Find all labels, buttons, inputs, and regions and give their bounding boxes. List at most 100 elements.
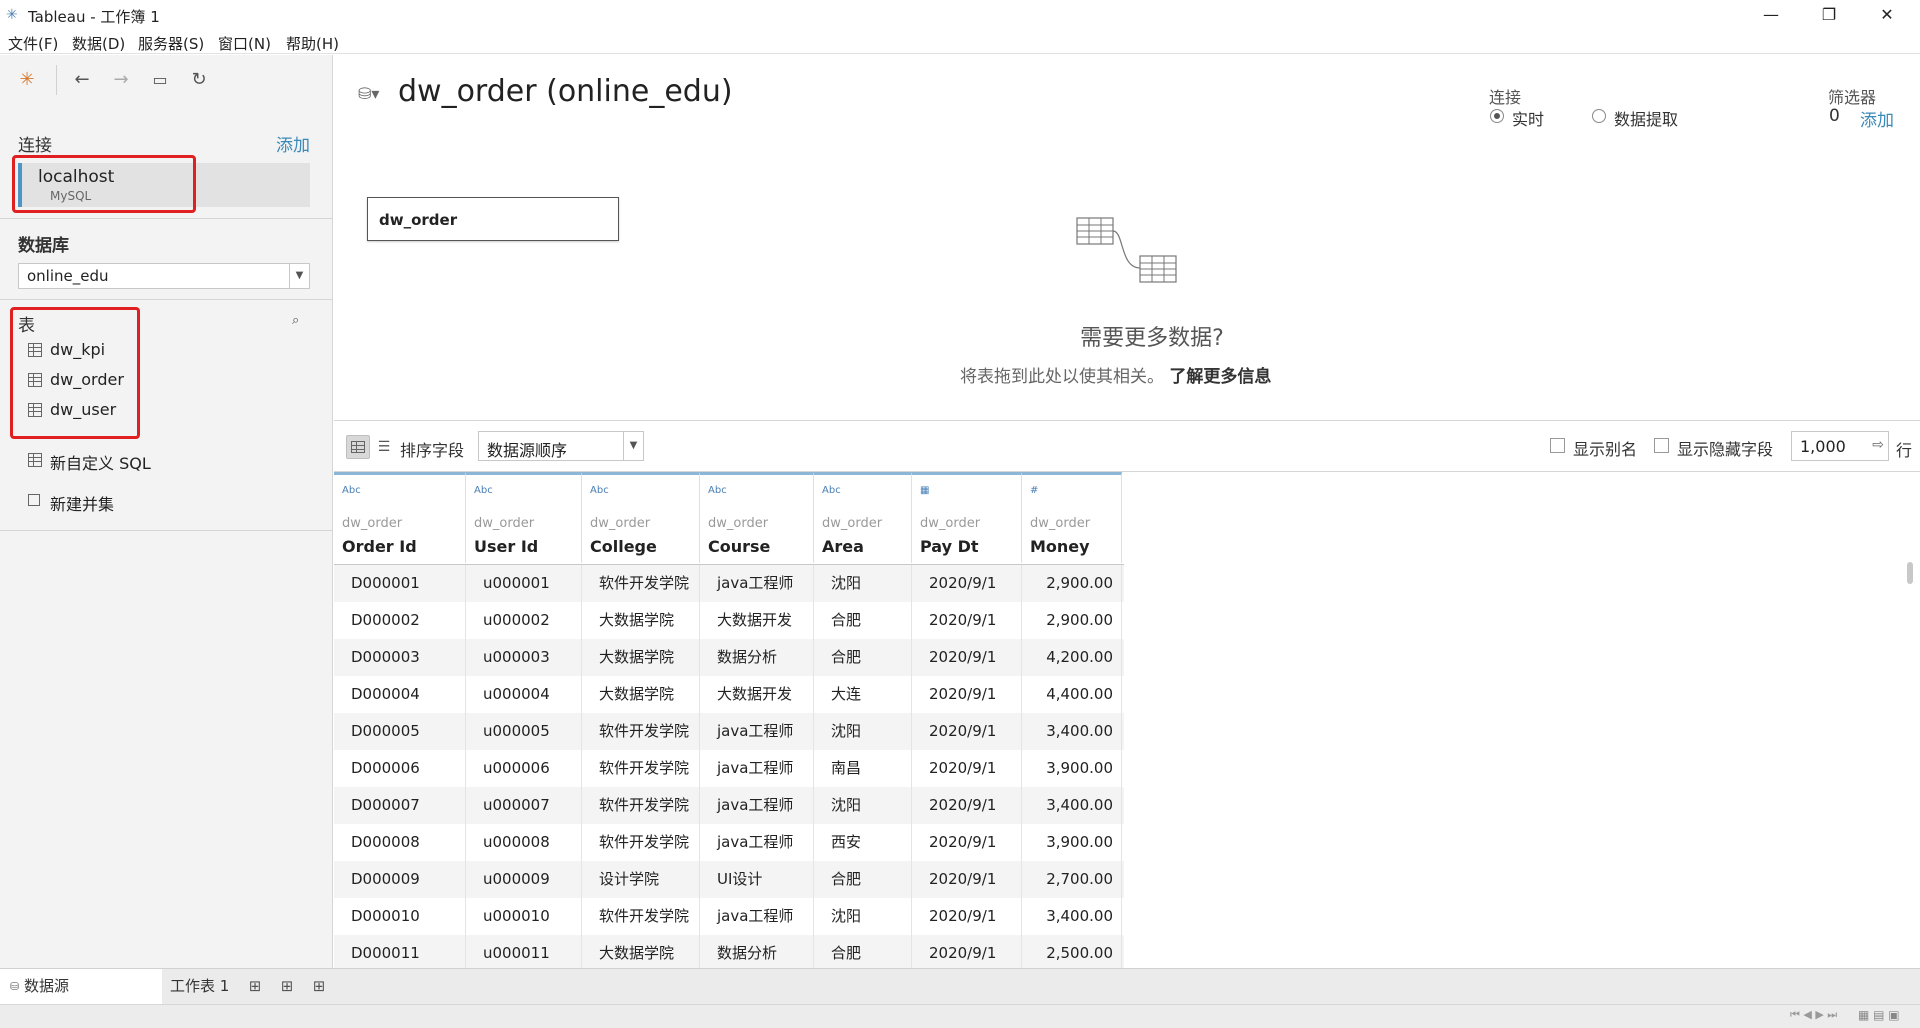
column-header[interactable]: ▦ dw_order Pay Dt bbox=[912, 472, 1022, 563]
table-cell: D000007 bbox=[334, 787, 466, 824]
menu-window[interactable]: 窗口(N) bbox=[218, 33, 271, 54]
tab-sheet1[interactable]: 工作表 1 bbox=[162, 969, 234, 1004]
table-cell: 3,900.00 bbox=[1022, 750, 1122, 787]
back-arrow-icon[interactable]: ← bbox=[71, 69, 93, 91]
show-hidden-checkbox[interactable] bbox=[1654, 438, 1669, 453]
table-cell: 大数据学院 bbox=[582, 935, 700, 972]
field-type-icon[interactable]: ▦ bbox=[920, 485, 929, 496]
show-aliases-label[interactable]: 显示别名 bbox=[1573, 436, 1637, 460]
database-heading: 数据库 bbox=[18, 236, 69, 256]
field-type-icon[interactable]: # bbox=[1030, 485, 1038, 496]
field-type-icon[interactable]: Abc bbox=[822, 485, 841, 496]
status-bar: ⏮ ◀ ▶ ⏭ ▦ ▤ ▣ bbox=[0, 1004, 1920, 1028]
grid-toolbar: ☰ 排序字段 数据源顺序 ▼ 显示别名 显示隐藏字段 1,000 ⇨ 行 bbox=[334, 420, 1920, 472]
extract-label[interactable]: 数据提取 bbox=[1614, 106, 1678, 130]
restore-button[interactable]: ❐ bbox=[1806, 2, 1852, 28]
grid-body: D000001 u000001 软件开发学院 java工程师 沈阳 2020/9/1 2,9… bbox=[334, 564, 1124, 972]
canvas-table-dw-order[interactable]: dw_order bbox=[367, 197, 619, 241]
rows-count-value: 1,000 bbox=[1800, 437, 1846, 456]
table-cell: u000001 bbox=[466, 565, 582, 602]
refresh-icon[interactable]: ↻ bbox=[188, 69, 210, 91]
drag-hint-text: 将表拖到此处以使其相关。 了解更多信息 bbox=[960, 362, 1271, 387]
table-cell: 4,400.00 bbox=[1022, 676, 1122, 713]
connection-highlight-box bbox=[12, 155, 196, 213]
view-mode-icons[interactable]: ▦ ▤ ▣ bbox=[1858, 1008, 1900, 1022]
table-row: D000009 u000009 设计学院 UI设计 合肥 2020/9/1 2,700.00 bbox=[334, 861, 1124, 898]
table-cell: u000011 bbox=[466, 935, 582, 972]
field-type-icon[interactable]: Abc bbox=[474, 485, 493, 496]
new-dashboard-icon[interactable]: ⊞ bbox=[276, 969, 298, 1004]
learn-more-link[interactable]: 了解更多信息 bbox=[1169, 367, 1271, 387]
sidebar-divider bbox=[0, 218, 333, 219]
menu-help[interactable]: 帮助(H) bbox=[286, 33, 339, 54]
rows-count-input[interactable]: 1,000 ⇨ bbox=[1791, 431, 1889, 461]
tab-datasource-label: 数据源 bbox=[24, 977, 70, 995]
table-cell: 2020/9/1 bbox=[912, 639, 1022, 676]
tables-highlight-box bbox=[10, 307, 140, 439]
new-story-icon[interactable]: ⊞ bbox=[308, 969, 330, 1004]
database-cylinder-icon[interactable]: ⛁▾ bbox=[358, 84, 379, 103]
database-dropdown[interactable]: online_edu ▼ bbox=[18, 263, 310, 289]
table-cell: D000010 bbox=[334, 898, 466, 935]
new-worksheet-icon[interactable]: ⊞ bbox=[244, 969, 266, 1004]
table-cell: 2,500.00 bbox=[1022, 935, 1122, 972]
add-connection-link[interactable]: 添加 bbox=[276, 131, 310, 156]
table-cell: u000009 bbox=[466, 861, 582, 898]
menu-server[interactable]: 服务器(S) bbox=[138, 33, 204, 54]
forward-arrow-icon[interactable]: → bbox=[110, 69, 132, 91]
column-source: dw_order bbox=[920, 516, 981, 531]
live-radio[interactable] bbox=[1490, 109, 1504, 123]
new-union-label: 新建并集 bbox=[50, 495, 115, 514]
column-header[interactable]: Abc dw_order Area bbox=[814, 472, 912, 563]
table-cell: 合肥 bbox=[814, 602, 912, 639]
table-cell: u000006 bbox=[466, 750, 582, 787]
table-row: D000003 u000003 大数据学院 数据分析 合肥 2020/9/1 4,200.0… bbox=[334, 639, 1124, 676]
live-label[interactable]: 实时 bbox=[1512, 106, 1544, 130]
chevron-down-icon: ▼ bbox=[623, 432, 643, 460]
grid-view-icon bbox=[351, 441, 365, 453]
field-type-icon[interactable]: Abc bbox=[342, 485, 361, 496]
column-header[interactable]: # dw_order Money bbox=[1022, 472, 1122, 563]
table-cell: 沈阳 bbox=[814, 898, 912, 935]
menu-data[interactable]: 数据(D) bbox=[72, 33, 125, 54]
vertical-scrollbar[interactable] bbox=[1907, 562, 1913, 584]
column-header[interactable]: Abc dw_order User Id bbox=[466, 472, 582, 563]
table-cell: u000008 bbox=[466, 824, 582, 861]
table-cell: 西安 bbox=[814, 824, 912, 861]
page-title[interactable]: dw_order (online_edu) bbox=[398, 74, 733, 109]
table-cell: java工程师 bbox=[700, 824, 814, 861]
table-cell: 软件开发学院 bbox=[582, 787, 700, 824]
field-type-icon[interactable]: Abc bbox=[708, 485, 727, 496]
column-header[interactable]: Abc dw_order Order Id bbox=[334, 472, 466, 563]
extract-radio[interactable] bbox=[1592, 109, 1606, 123]
table-row: D000008 u000008 软件开发学院 java工程师 西安 2020/9/1 3,9… bbox=[334, 824, 1124, 861]
arrow-right-icon[interactable]: ⇨ bbox=[1872, 437, 1884, 453]
table-cell: 4,200.00 bbox=[1022, 639, 1122, 676]
sort-fields-dropdown[interactable]: 数据源顺序 ▼ bbox=[478, 431, 644, 461]
minimize-button[interactable]: — bbox=[1748, 2, 1794, 28]
show-hidden-label[interactable]: 显示隐藏字段 bbox=[1677, 436, 1773, 460]
column-header[interactable]: Abc dw_order Course bbox=[700, 472, 814, 563]
close-button[interactable]: ✕ bbox=[1864, 2, 1910, 28]
column-source: dw_order bbox=[708, 516, 769, 531]
tab-datasource[interactable]: ⛁ 数据源 bbox=[0, 969, 162, 1004]
grid-view-button[interactable] bbox=[346, 435, 370, 459]
save-icon[interactable]: ▭ bbox=[149, 69, 171, 91]
field-type-icon[interactable]: Abc bbox=[590, 485, 609, 496]
custom-sql-label: 新自定义 SQL bbox=[50, 454, 151, 473]
show-aliases-checkbox[interactable] bbox=[1550, 438, 1565, 453]
add-filter-link[interactable]: 添加 bbox=[1860, 106, 1894, 131]
table-cell: 南昌 bbox=[814, 750, 912, 787]
navigation-arrows-icon[interactable]: ⏮ ◀ ▶ ⏭ bbox=[1790, 1008, 1837, 1022]
list-view-button[interactable]: ☰ bbox=[372, 435, 396, 459]
tableau-home-icon[interactable]: ✳ bbox=[16, 69, 38, 91]
column-header[interactable]: Abc dw_order College bbox=[582, 472, 700, 563]
tab-sheet1-label: 工作表 1 bbox=[170, 977, 230, 995]
table-cell: D000009 bbox=[334, 861, 466, 898]
search-icon[interactable]: ⌕ bbox=[292, 313, 299, 328]
table-cell: 2020/9/1 bbox=[912, 565, 1022, 602]
table-cell: 设计学院 bbox=[582, 861, 700, 898]
menu-file[interactable]: 文件(F) bbox=[8, 33, 58, 54]
table-cell: 合肥 bbox=[814, 861, 912, 898]
table-cell: 合肥 bbox=[814, 639, 912, 676]
